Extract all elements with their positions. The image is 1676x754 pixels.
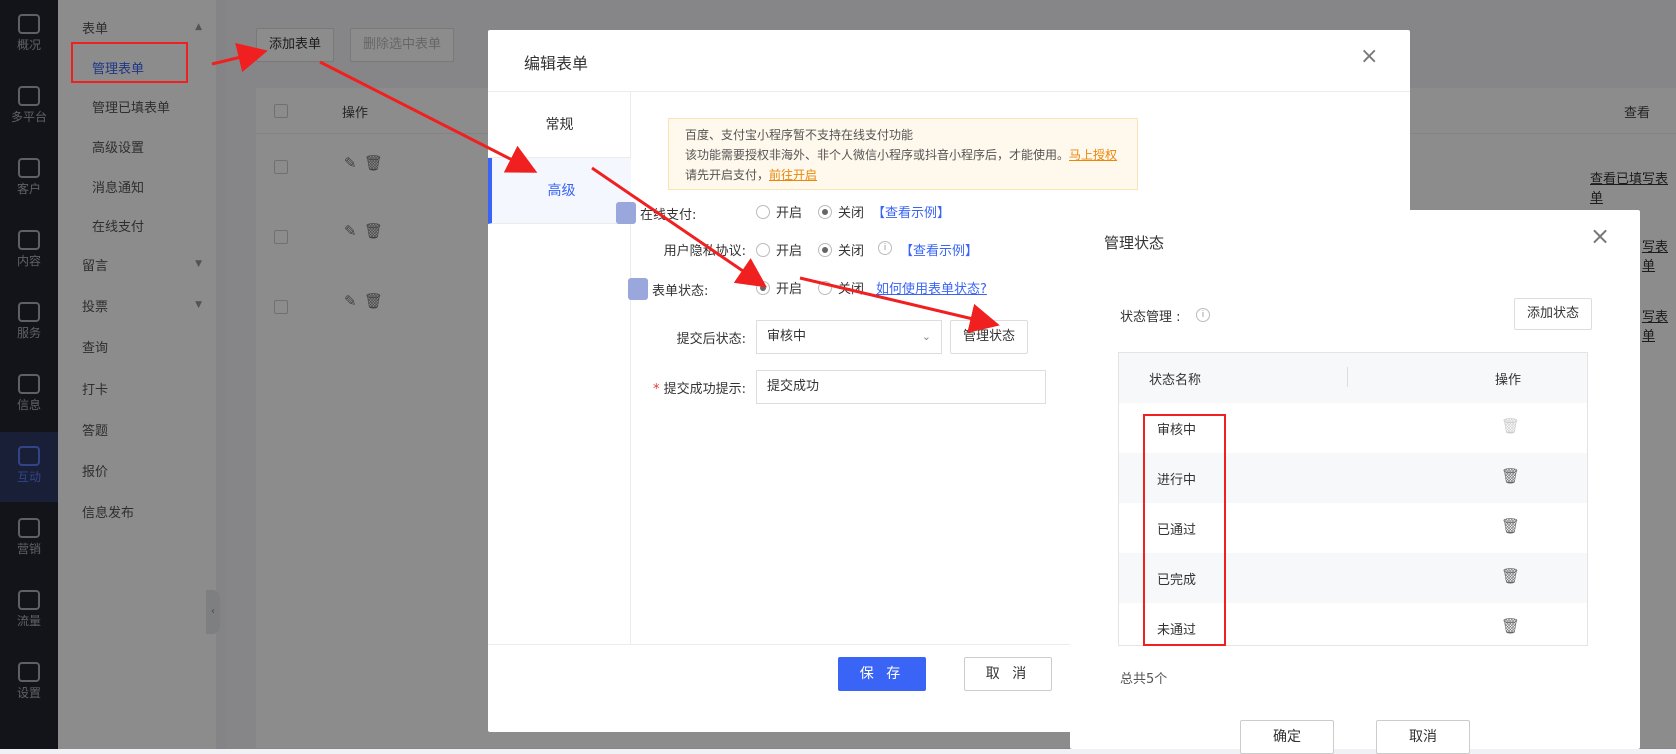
annotation-arrow — [799, 276, 1000, 334]
annotation-arrow — [319, 60, 538, 173]
annotation-arrow — [211, 43, 268, 73]
annotation-arrows — [211, 43, 1000, 334]
annotation-arrow — [591, 166, 767, 288]
